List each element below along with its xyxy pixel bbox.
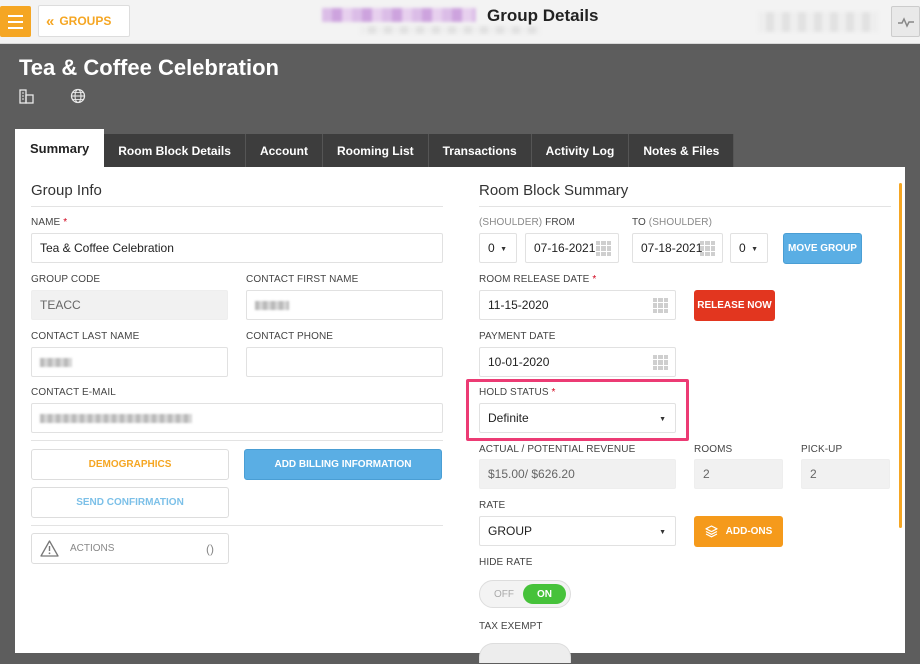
actions-label: ACTIONS bbox=[70, 543, 115, 554]
pickup-label: PICK-UP bbox=[801, 444, 843, 455]
tab-room-block-details[interactable]: Room Block Details bbox=[104, 134, 246, 167]
tab-rooming-list[interactable]: Rooming List bbox=[322, 134, 429, 167]
name-label: NAME * bbox=[31, 217, 68, 228]
pickup-field: 2 bbox=[801, 459, 890, 489]
calendar-icon[interactable] bbox=[596, 241, 611, 256]
divider bbox=[31, 440, 443, 441]
revenue-field: $15.00/ $626.20 bbox=[479, 459, 676, 489]
contact-last-name-field[interactable] bbox=[31, 347, 228, 377]
actions-count: () bbox=[206, 541, 214, 556]
caret-down-icon: ▼ bbox=[659, 529, 666, 536]
redacted-text bbox=[40, 413, 192, 423]
tax-exempt-toggle[interactable] bbox=[479, 643, 571, 663]
shoulder-from-select[interactable]: 0 ▼ bbox=[479, 233, 517, 263]
calendar-icon[interactable] bbox=[700, 241, 715, 256]
top-bar: « GROUPS Group Details bbox=[0, 0, 920, 44]
double-chevron-left-icon: « bbox=[46, 12, 55, 30]
activity-button[interactable] bbox=[891, 6, 920, 37]
rate-label: RATE bbox=[479, 500, 506, 511]
contact-email-label: CONTACT E-MAIL bbox=[31, 387, 116, 398]
group-code-label: GROUP CODE bbox=[31, 274, 101, 285]
caret-down-icon: ▼ bbox=[751, 246, 758, 253]
hide-rate-toggle[interactable]: OFF ON bbox=[479, 580, 571, 608]
groups-back-button[interactable]: « GROUPS bbox=[38, 5, 130, 37]
menu-icon[interactable] bbox=[0, 6, 31, 37]
move-group-button[interactable]: MOVE GROUP bbox=[783, 233, 862, 264]
caret-down-icon: ▼ bbox=[500, 246, 507, 253]
hotel-logo bbox=[322, 8, 476, 22]
user-name bbox=[758, 12, 878, 32]
payment-date-field[interactable]: 10-01-2020 bbox=[479, 347, 676, 377]
group-info-title: Group Info bbox=[31, 182, 102, 199]
add-billing-information-button[interactable]: ADD BILLING INFORMATION bbox=[244, 449, 442, 480]
tab-summary[interactable]: Summary bbox=[15, 129, 105, 167]
redacted-text bbox=[255, 300, 289, 310]
contact-phone-label: CONTACT PHONE bbox=[246, 331, 334, 342]
tab-transactions[interactable]: Transactions bbox=[428, 134, 532, 167]
scrollbar[interactable] bbox=[899, 183, 902, 528]
add-ons-button[interactable]: ADD-ONS bbox=[694, 516, 783, 547]
rooms-field: 2 bbox=[694, 459, 783, 489]
globe-icon[interactable] bbox=[70, 88, 86, 104]
hide-rate-label: HIDE RATE bbox=[479, 557, 533, 568]
shoulder-from-label: (SHOULDER) FROM bbox=[479, 217, 575, 228]
warning-icon bbox=[40, 540, 59, 557]
divider bbox=[479, 206, 891, 207]
demographics-button[interactable]: DEMOGRAPHICS bbox=[31, 449, 229, 480]
calendar-icon[interactable] bbox=[653, 298, 668, 313]
release-now-button[interactable]: RELEASE NOW bbox=[694, 290, 775, 321]
revenue-label: ACTUAL / POTENTIAL REVENUE bbox=[479, 444, 636, 455]
contact-first-name-label: CONTACT FIRST NAME bbox=[246, 274, 359, 285]
room-release-date-field[interactable]: 11-15-2020 bbox=[479, 290, 676, 320]
group-title: Tea & Coffee Celebration bbox=[19, 55, 279, 80]
from-date-field[interactable]: 07-16-2021 bbox=[525, 233, 619, 263]
payment-date-label: PAYMENT DATE bbox=[479, 331, 556, 342]
tab-notes-files[interactable]: Notes & Files bbox=[629, 134, 735, 167]
layers-icon bbox=[705, 525, 718, 538]
hold-status-highlight bbox=[466, 379, 689, 441]
divider bbox=[31, 206, 443, 207]
add-ons-label: ADD-ONS bbox=[725, 526, 773, 537]
redacted-text bbox=[40, 357, 72, 367]
shoulder-to-label: TO (SHOULDER) bbox=[632, 217, 713, 228]
contact-first-name-field[interactable] bbox=[246, 290, 443, 320]
groups-back-label: GROUPS bbox=[59, 14, 112, 28]
tab-account[interactable]: Account bbox=[245, 134, 323, 167]
shoulder-to-select[interactable]: 0 ▼ bbox=[730, 233, 768, 263]
rate-select[interactable]: GROUP ▼ bbox=[479, 516, 676, 546]
pulse-icon bbox=[897, 16, 914, 28]
toggle-off-label: OFF bbox=[494, 589, 514, 600]
actions-button[interactable]: ACTIONS () bbox=[31, 533, 229, 564]
name-field[interactable]: Tea & Coffee Celebration bbox=[31, 233, 443, 263]
calendar-icon[interactable] bbox=[653, 355, 668, 370]
to-date-field[interactable]: 07-18-2021 bbox=[632, 233, 723, 263]
hotel-subtitle bbox=[360, 26, 540, 34]
group-code-field: TEACC bbox=[31, 290, 228, 320]
page-title: Group Details bbox=[487, 6, 599, 25]
contact-last-name-label: CONTACT LAST NAME bbox=[31, 331, 140, 342]
rooms-label: ROOMS bbox=[694, 444, 733, 455]
tab-bar: Summary Room Block Details Account Roomi… bbox=[15, 129, 735, 167]
contact-phone-field[interactable] bbox=[246, 347, 443, 377]
toggle-on-label: ON bbox=[523, 584, 566, 604]
room-release-date-label: ROOM RELEASE DATE * bbox=[479, 274, 597, 285]
divider bbox=[31, 525, 443, 526]
building-icon bbox=[19, 89, 34, 104]
room-block-summary-title: Room Block Summary bbox=[479, 182, 629, 199]
tab-activity-log[interactable]: Activity Log bbox=[531, 134, 630, 167]
send-confirmation-button[interactable]: SEND CONFIRMATION bbox=[31, 487, 229, 518]
tax-exempt-label: TAX EXEMPT bbox=[479, 621, 543, 632]
contact-email-field[interactable] bbox=[31, 403, 443, 433]
